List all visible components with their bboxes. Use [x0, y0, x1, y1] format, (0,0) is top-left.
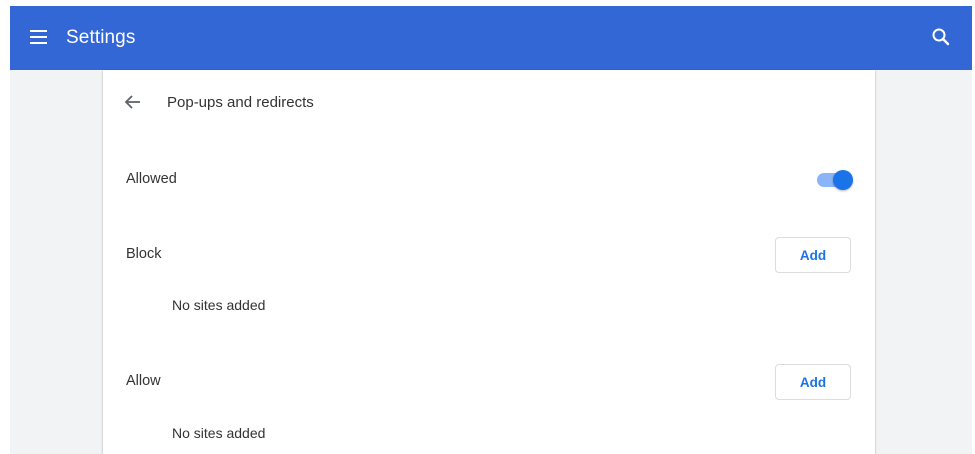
toggle-knob: [833, 170, 853, 190]
block-section-label: Block: [126, 246, 162, 262]
settings-toolbar: Settings: [10, 6, 972, 70]
back-arrow-icon[interactable]: [123, 92, 143, 112]
allowed-toggle[interactable]: [817, 170, 853, 190]
subpage-title: Pop-ups and redirects: [167, 94, 314, 111]
block-empty-text: No sites added: [172, 297, 266, 313]
allowed-label: Allowed: [126, 171, 177, 187]
toolbar-title: Settings: [66, 27, 136, 48]
subpage-header: Pop-ups and redirects: [103, 70, 875, 134]
allow-section-label: Allow: [126, 373, 161, 389]
allow-empty-text: No sites added: [172, 425, 266, 441]
add-block-site-button[interactable]: Add: [775, 237, 851, 273]
search-icon[interactable]: [930, 26, 952, 48]
hamburger-menu-icon[interactable]: [30, 28, 50, 46]
add-allow-site-button[interactable]: Add: [775, 364, 851, 400]
settings-card: Pop-ups and redirects Allowed Block Add …: [103, 70, 875, 454]
settings-window: Settings Pop-ups and redirects Allowed B…: [10, 6, 972, 454]
